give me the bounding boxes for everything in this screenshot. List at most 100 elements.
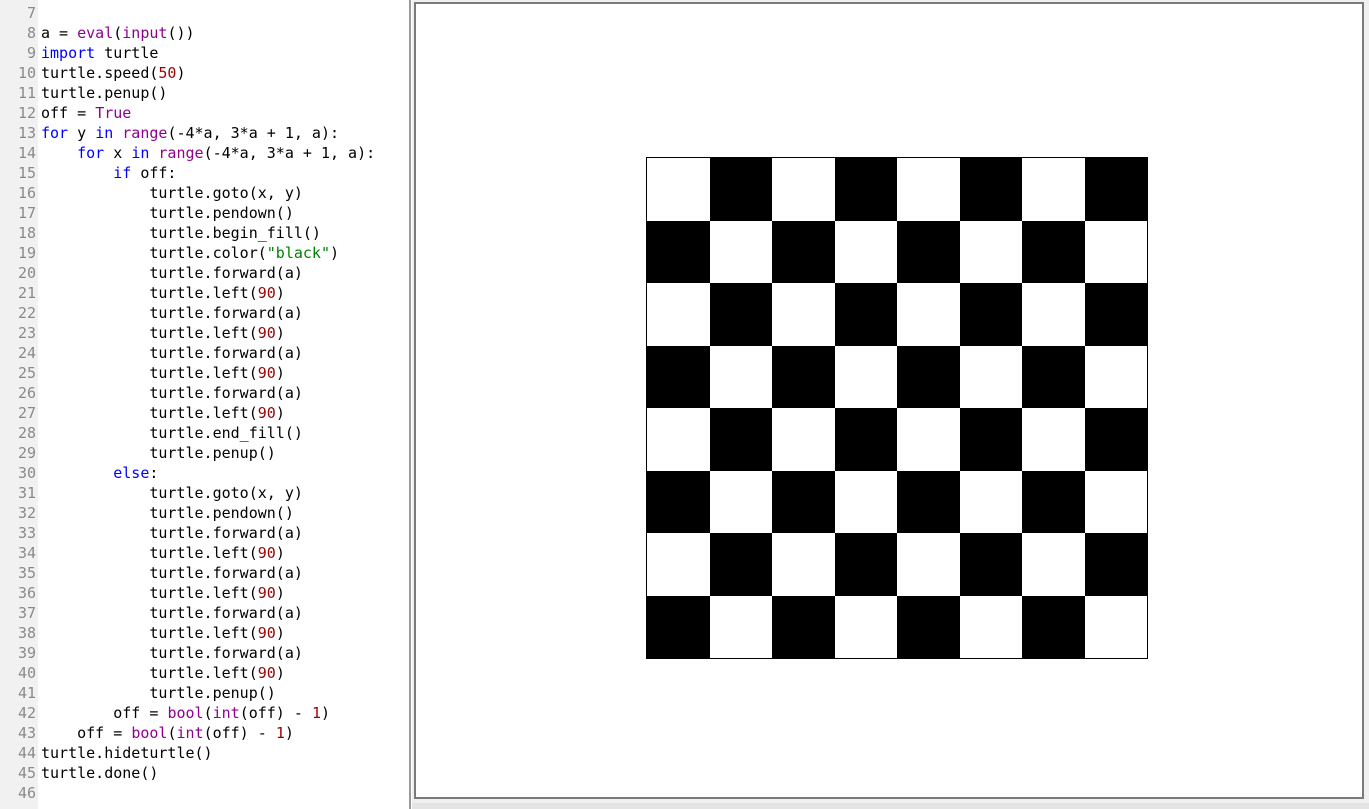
code-token: (-4*a, 3*a + 1, a): — [167, 124, 340, 142]
white-square — [772, 533, 835, 596]
code-line[interactable]: 30 else: — [0, 463, 158, 483]
line-number: 40 — [17, 664, 36, 682]
code-line[interactable]: 42 off = bool(int(off) - 1) — [0, 703, 330, 723]
black-square — [1022, 220, 1085, 283]
code-line[interactable]: 46 — [0, 783, 41, 803]
white-square — [709, 220, 772, 283]
black-square — [1084, 283, 1147, 346]
code-editor[interactable]: 78a = eval(input()) 9 import turtle 10 turtl… — [0, 0, 409, 809]
code-token: turtle.left( — [41, 404, 258, 422]
code-token: if — [113, 164, 132, 182]
code-line[interactable]: 9 import turtle — [0, 43, 158, 63]
line-number: 41 — [17, 684, 36, 702]
code-token: int — [176, 724, 204, 742]
code-line[interactable]: 17 turtle.pendown() — [0, 203, 294, 223]
code-token: (off) - — [239, 704, 312, 722]
code-token: 1 — [311, 704, 321, 722]
code-token: off = — [41, 704, 168, 722]
code-line[interactable]: 23 turtle.left(90) — [0, 323, 285, 343]
code-token: ) — [275, 284, 285, 302]
code-line[interactable]: 22 turtle.forward(a) — [0, 303, 303, 323]
black-square — [1022, 595, 1085, 658]
code-line[interactable]: 15 if off: — [0, 163, 177, 183]
turtle-canvas[interactable] — [414, 2, 1364, 799]
black-square — [709, 533, 772, 596]
code-line[interactable]: 19 turtle.color("black") — [0, 243, 339, 263]
code-line[interactable]: 11 turtle.penup() — [0, 83, 168, 103]
code-token: turtle.left( — [41, 664, 258, 682]
white-square — [959, 220, 1022, 283]
code-line[interactable]: 44 turtle.hideturtle() — [0, 743, 213, 763]
line-number: 32 — [17, 504, 36, 522]
white-square — [897, 158, 960, 221]
horizontal-scrollbar[interactable] — [412, 803, 1369, 809]
black-square — [897, 470, 960, 533]
code-line[interactable]: 45 turtle.done() — [0, 763, 158, 783]
code-line[interactable]: 8 a = eval(input()) — [0, 23, 195, 43]
code-line[interactable]: 27 turtle.left(90) — [0, 403, 285, 423]
code-line[interactable]: 38 turtle.left(90) — [0, 623, 285, 643]
black-square — [834, 158, 897, 221]
code-line[interactable]: 13 for y in range(-4*a, 3*a + 1, a): — [0, 123, 339, 143]
code-line[interactable]: 14 for x in range(-4*a, 3*a + 1, a): — [0, 143, 375, 163]
code-line[interactable]: 10 turtle.speed(50) — [0, 63, 186, 83]
code-line[interactable]: 37 turtle.forward(a) — [0, 603, 303, 623]
code-token: ) — [275, 404, 285, 422]
code-token: ) — [275, 664, 285, 682]
line-number: 30 — [17, 464, 36, 482]
code-token: ) — [275, 364, 285, 382]
line-number: 42 — [17, 704, 36, 722]
black-square — [897, 220, 960, 283]
code-line[interactable]: 39 turtle.forward(a) — [0, 643, 303, 663]
code-token: a = — [41, 24, 78, 42]
code-line[interactable]: 25 turtle.left(90) — [0, 363, 285, 383]
code-token: turtle.pendown() — [41, 504, 294, 522]
code-line[interactable]: 16 turtle.goto(x, y) — [0, 183, 303, 203]
code-token: turtle.forward(a) — [41, 264, 303, 282]
code-token: 90 — [257, 364, 276, 382]
line-number: 23 — [17, 324, 36, 342]
code-line[interactable]: 28 turtle.end_fill() — [0, 423, 303, 443]
black-square — [647, 595, 710, 658]
code-token: 90 — [257, 324, 276, 342]
white-square — [772, 158, 835, 221]
code-line[interactable]: 31 turtle.goto(x, y) — [0, 483, 303, 503]
code-line[interactable]: 7 — [0, 3, 41, 23]
black-square — [1022, 345, 1085, 408]
code-token: turtle.left( — [41, 284, 258, 302]
white-square — [959, 345, 1022, 408]
code-line[interactable]: 29 turtle.penup() — [0, 443, 276, 463]
code-line[interactable]: 41 turtle.penup() — [0, 683, 276, 703]
code-line[interactable]: 20 turtle.forward(a) — [0, 263, 303, 283]
line-number: 18 — [17, 224, 36, 242]
code-token: off = — [41, 104, 96, 122]
code-line[interactable]: 36 turtle.left(90) — [0, 583, 285, 603]
code-token: turtle.left( — [41, 584, 258, 602]
line-number: 28 — [17, 424, 36, 442]
code-line[interactable]: 18 turtle.begin_fill() — [0, 223, 321, 243]
code-line[interactable]: 12 off = True — [0, 103, 131, 123]
code-token: turtle.pendown() — [41, 204, 294, 222]
code-line[interactable]: 24 turtle.forward(a) — [0, 343, 303, 363]
line-number: 12 — [17, 104, 36, 122]
code-line[interactable]: 33 turtle.forward(a) — [0, 523, 303, 543]
code-token: : — [149, 464, 159, 482]
code-line[interactable]: 26 turtle.forward(a) — [0, 383, 303, 403]
code-line[interactable]: 43 off = bool(int(off) - 1) — [0, 723, 294, 743]
editor-divider[interactable] — [409, 0, 411, 809]
black-square — [1022, 470, 1085, 533]
line-number: 46 — [17, 784, 36, 802]
code-token: 1 — [275, 724, 285, 742]
code-line[interactable]: 21 turtle.left(90) — [0, 283, 285, 303]
code-line[interactable]: 32 turtle.pendown() — [0, 503, 294, 523]
white-square — [834, 220, 897, 283]
black-square — [834, 283, 897, 346]
code-token: 90 — [257, 664, 276, 682]
line-number: 44 — [17, 744, 36, 762]
code-line[interactable]: 34 turtle.left(90) — [0, 543, 285, 563]
black-square — [709, 158, 772, 221]
code-line[interactable]: 35 turtle.forward(a) — [0, 563, 303, 583]
code-line[interactable]: 40 turtle.left(90) — [0, 663, 285, 683]
